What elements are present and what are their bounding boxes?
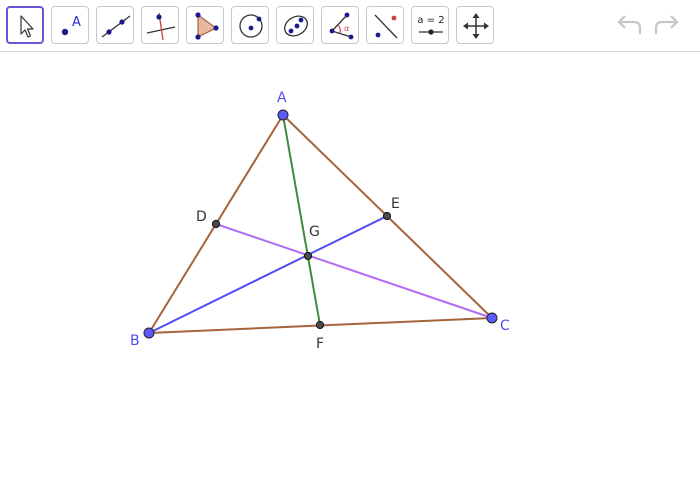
circle-tool-button[interactable] [231, 6, 269, 44]
point-C[interactable] [486, 312, 498, 324]
alpha-glyph: α [344, 24, 349, 33]
point-G[interactable] [303, 251, 313, 261]
angle-icon: α [329, 12, 354, 40]
label-E: E [391, 196, 400, 212]
point-D[interactable] [211, 219, 221, 229]
point-F[interactable] [315, 320, 325, 330]
point-tool-button[interactable]: A [51, 6, 89, 44]
angle-tool-button[interactable]: α [321, 6, 359, 44]
label-F: F [316, 336, 324, 352]
move-tool-button[interactable] [6, 6, 44, 44]
undo-button[interactable] [612, 12, 646, 40]
label-B: B [130, 333, 140, 349]
ellipse-icon [284, 15, 308, 37]
move-arrows-icon [463, 13, 489, 39]
slider-icon-glyph: a = 2 [417, 15, 444, 26]
polygon-tool-button[interactable] [186, 6, 224, 44]
label-G: G [309, 224, 320, 240]
toolbar: A α a = 2 [0, 0, 700, 52]
move-graphics-view-tool-button[interactable] [456, 6, 494, 44]
conic-tool-button[interactable] [276, 6, 314, 44]
point-E[interactable] [382, 211, 392, 221]
graphics-view[interactable]: A B C D E F G [0, 53, 700, 500]
slider-icon: a = 2 [417, 15, 445, 35]
line-through-points-icon [101, 15, 131, 38]
redo-icon [654, 15, 679, 34]
redo-button[interactable] [650, 12, 684, 40]
median-CD[interactable] [215, 223, 493, 319]
perpendicular-line-icon [146, 12, 176, 41]
point-A[interactable] [277, 109, 289, 121]
point-icon: A [61, 15, 81, 36]
reflect-tool-button[interactable] [366, 6, 404, 44]
reflect-about-line-icon [374, 14, 398, 39]
slider-tool-button[interactable]: a = 2 [411, 6, 449, 44]
perpendicular-line-tool-button[interactable] [141, 6, 179, 44]
geogebra-app: A α a = 2 A B C D E F G [0, 0, 700, 500]
circle-center-point-icon [239, 14, 263, 38]
label-C: C [500, 318, 510, 334]
polygon-icon [195, 12, 219, 40]
point-icon-glyph: A [72, 15, 81, 30]
point-B[interactable] [143, 327, 155, 339]
line-tool-button[interactable] [96, 6, 134, 44]
undo-icon [617, 15, 642, 34]
label-D: D [196, 209, 207, 225]
cursor-arrow-icon [20, 15, 34, 38]
label-A: A [277, 90, 287, 106]
